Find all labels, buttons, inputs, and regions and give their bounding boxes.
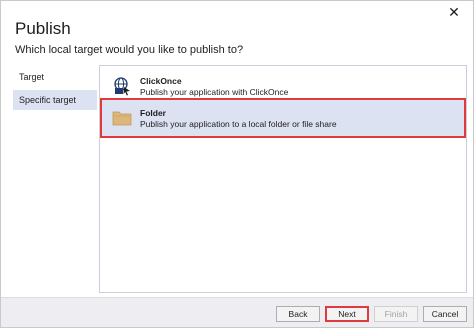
- cancel-button[interactable]: Cancel: [423, 306, 467, 322]
- folder-icon: [112, 111, 132, 126]
- option-folder[interactable]: Folder Publish your application to a loc…: [100, 98, 466, 138]
- back-button[interactable]: Back: [276, 306, 320, 322]
- dialog-subtitle: Which local target would you like to pub…: [15, 44, 244, 56]
- option-clickonce[interactable]: ClickOnce Publish your application with …: [102, 71, 464, 103]
- step-nav: Target Specific target: [13, 67, 97, 113]
- option-clickonce-title: ClickOnce: [140, 76, 182, 86]
- dialog-title: Publish: [15, 19, 71, 38]
- publish-dialog: ✕ Publish Which local target would you l…: [0, 0, 474, 328]
- target-options-panel: ClickOnce Publish your application with …: [99, 65, 467, 293]
- nav-item-specific-target[interactable]: Specific target: [13, 90, 97, 110]
- finish-button[interactable]: Finish: [374, 306, 418, 322]
- clickonce-globe-icon: [114, 77, 130, 96]
- option-folder-description: Publish your application to a local fold…: [140, 119, 337, 129]
- close-icon[interactable]: ✕: [447, 5, 461, 19]
- next-button[interactable]: Next: [325, 306, 369, 322]
- option-folder-title: Folder: [140, 108, 166, 118]
- dialog-footer: Back Next Finish Cancel: [1, 297, 473, 327]
- nav-item-target[interactable]: Target: [13, 67, 97, 87]
- option-clickonce-description: Publish your application with ClickOnce: [140, 87, 289, 97]
